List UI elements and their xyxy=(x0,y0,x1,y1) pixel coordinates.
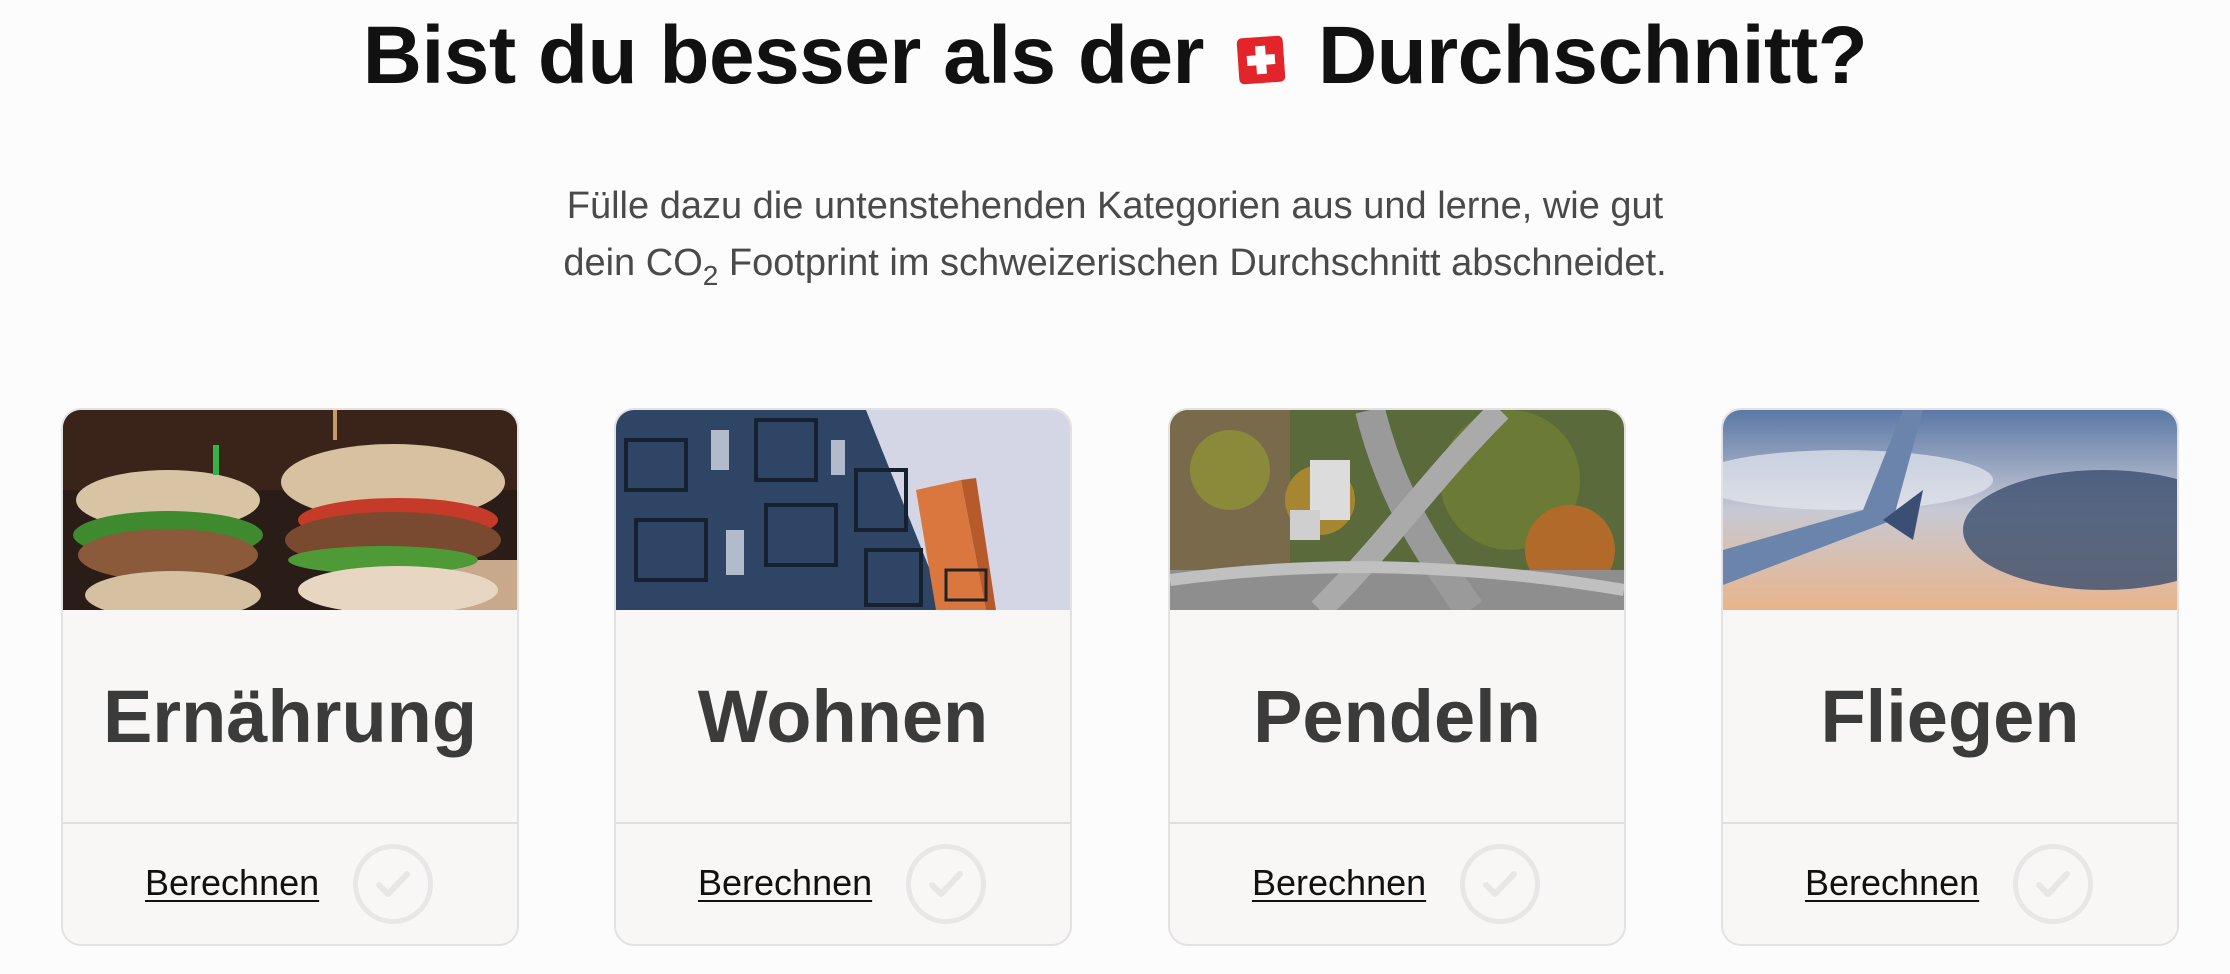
page: Bist du besser als der Durchschnitt? Füll… xyxy=(0,0,2230,974)
intro-line-2-end: Footprint im schweizerischen Durchschnit… xyxy=(718,242,1667,284)
card-wohnen[interactable]: Wohnen Berechnen xyxy=(614,408,1072,946)
co2-subscript: 2 xyxy=(702,260,719,291)
apartment-building-photo xyxy=(616,410,1070,610)
intro-line-2: dein CO2 Footprint im schweizerischen Du… xyxy=(0,235,2230,292)
calculate-link[interactable]: Berechnen xyxy=(698,862,872,904)
card-title: Fliegen xyxy=(1723,610,2177,824)
swiss-flag-icon xyxy=(1236,35,1286,85)
card-footer: Berechnen xyxy=(616,824,1070,944)
card-ernaehrung[interactable]: Ernährung Berechnen xyxy=(61,408,519,946)
burgers-photo xyxy=(63,410,517,610)
check-circle-icon[interactable] xyxy=(906,844,986,924)
intro-text: Fülle dazu die untenstehenden Kategorien… xyxy=(0,178,2230,292)
card-fliegen[interactable]: Fliegen Berechnen xyxy=(1721,408,2179,946)
airplane-wing-photo xyxy=(1723,410,2177,610)
check-circle-icon[interactable] xyxy=(353,844,433,924)
calculate-link[interactable]: Berechnen xyxy=(145,862,319,904)
card-footer: Berechnen xyxy=(1723,824,2177,944)
card-footer: Berechnen xyxy=(63,824,517,944)
check-circle-icon[interactable] xyxy=(1460,844,1540,924)
intro-line-2-start: dein CO xyxy=(563,242,703,284)
card-footer: Berechnen xyxy=(1170,824,1624,944)
card-title: Wohnen xyxy=(616,610,1070,824)
calculate-link[interactable]: Berechnen xyxy=(1805,862,1979,904)
category-cards: Ernährung Berechnen Wohnen Berechnen Pen… xyxy=(0,408,2230,948)
card-title: Ernährung xyxy=(63,610,517,824)
intro-line-1: Fülle dazu die untenstehenden Kategorien… xyxy=(566,185,1664,227)
card-pendeln[interactable]: Pendeln Berechnen xyxy=(1168,408,1626,946)
title-text-start: Bist du besser als der xyxy=(362,10,1205,101)
highway-aerial-photo xyxy=(1170,410,1624,610)
card-title: Pendeln xyxy=(1170,610,1624,824)
calculate-link[interactable]: Berechnen xyxy=(1252,862,1426,904)
check-circle-icon[interactable] xyxy=(2013,844,2093,924)
page-title: Bist du besser als der Durchschnitt? xyxy=(0,6,2230,106)
title-text-end: Durchschnitt? xyxy=(1317,10,1868,101)
